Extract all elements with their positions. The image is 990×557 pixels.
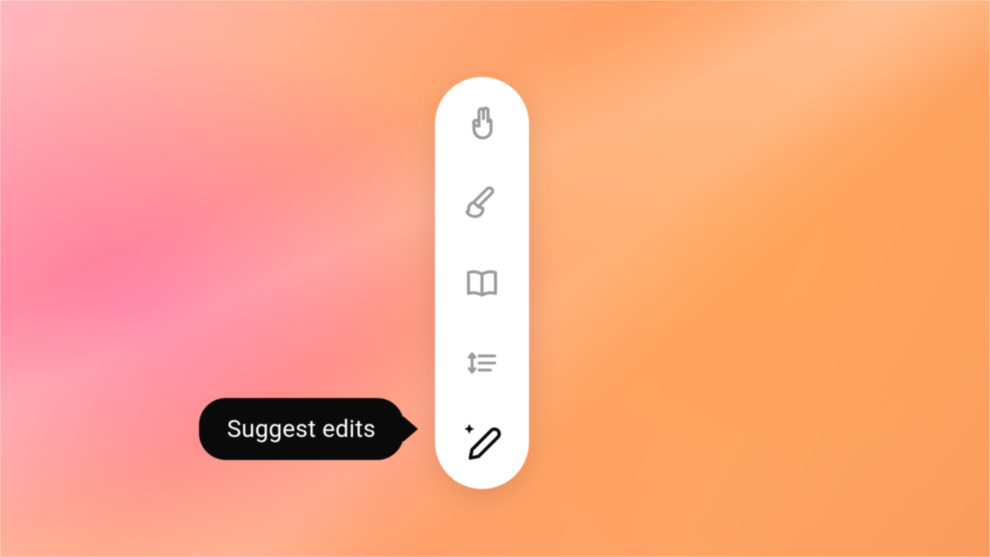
suggest-edits-button[interactable] xyxy=(460,421,504,465)
suggest-edits-icon xyxy=(462,423,502,463)
tooltip: Suggest edits xyxy=(199,398,404,460)
line-spacing-button[interactable] xyxy=(460,341,504,385)
tooltip-label: Suggest edits xyxy=(227,415,376,443)
book-icon xyxy=(464,265,500,301)
wallpaper-background: Suggest edits xyxy=(0,0,990,557)
brush-button[interactable] xyxy=(460,181,504,225)
peace-hand-button[interactable] xyxy=(460,101,504,145)
brush-icon xyxy=(464,185,500,221)
peace-hand-icon xyxy=(464,105,500,141)
book-button[interactable] xyxy=(460,261,504,305)
line-spacing-icon xyxy=(465,346,499,380)
vertical-toolbar xyxy=(435,77,529,489)
